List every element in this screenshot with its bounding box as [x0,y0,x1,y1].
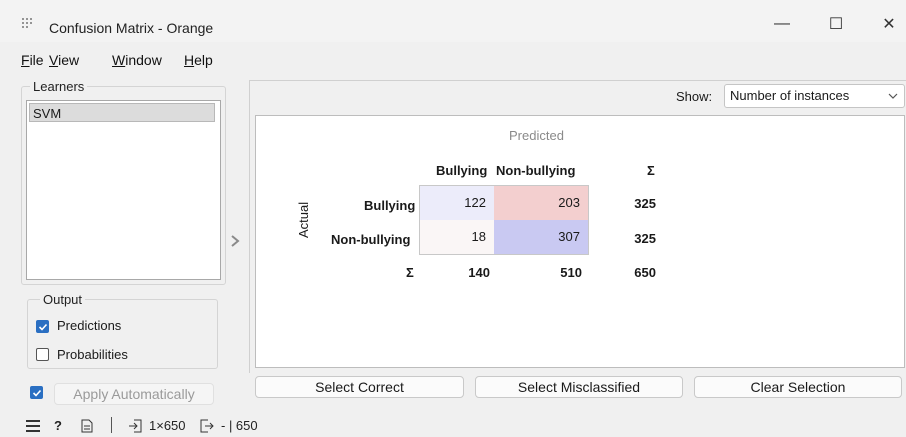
column-header-non-bullying: Non-bullying [496,163,576,178]
cell-non-bullying-non-bullying[interactable]: 307 [494,220,588,254]
grand-total: 650 [634,265,656,280]
learners-list[interactable]: SVM [26,100,221,280]
row-header-bullying: Bullying [364,198,416,213]
show-select[interactable]: Number of instances [724,84,905,108]
title-bar: Confusion Matrix - Orange — ☐ ✕ [0,0,906,42]
actual-axis-label: Actual [296,201,311,238]
column-total-bullying: 140 [468,265,490,280]
close-button[interactable]: ✕ [869,11,906,37]
select-correct-button[interactable]: Select Correct [255,376,464,398]
input-summary: 1×650 [149,418,186,433]
app-icon [22,18,36,28]
report-icon[interactable] [81,419,93,433]
column-total-non-bullying: 510 [560,265,582,280]
apply-button[interactable]: Apply Automatically [54,383,214,405]
predictions-label: Predictions [57,318,122,333]
show-select-value: Number of instances [730,88,850,103]
cell-non-bullying-bullying[interactable]: 18 [420,220,494,254]
checkmark-icon [32,389,42,397]
cell-bullying-non-bullying[interactable]: 203 [494,186,588,220]
row-total-bullying: 325 [634,196,656,211]
maximize-button[interactable]: ☐ [816,11,856,37]
output-icon [200,419,214,433]
row-header-total: Σ [406,265,414,280]
input-icon [129,419,142,433]
checkmark-icon [38,323,48,331]
hamburger-menu-icon[interactable] [26,420,40,432]
menu-view[interactable]: View [49,52,79,68]
menu-file[interactable]: File [21,52,44,68]
row-total-non-bullying: 325 [634,231,656,246]
chevron-right-icon[interactable] [229,234,241,248]
chevron-down-icon [888,93,898,99]
show-label: Show: [676,89,713,104]
menu-window[interactable]: Window [112,52,162,68]
learners-title: Learners [30,79,88,94]
select-misclassified-button[interactable]: Select Misclassified [475,376,683,398]
predicted-axis-label: Predicted [509,128,564,143]
output-summary: - | 650 [221,418,258,433]
column-header-bullying: Bullying [436,163,488,178]
auto-apply-checkbox[interactable] [30,386,43,399]
status-divider [111,417,112,433]
row-header-non-bullying: Non-bullying [331,232,411,247]
confusion-matrix-area: Predicted Actual Bullying Non-bullying Σ… [255,115,905,368]
probabilities-label: Probabilities [57,347,128,362]
predictions-checkbox[interactable] [36,320,49,333]
learner-item-svm[interactable]: SVM [29,103,215,122]
column-header-total: Σ [647,163,655,178]
menu-help[interactable]: Help [184,52,213,68]
minimize-button[interactable]: — [762,11,802,37]
probabilities-checkbox[interactable] [36,348,49,361]
cell-bullying-bullying[interactable]: 122 [420,186,494,220]
help-icon[interactable]: ? [54,418,62,433]
status-bar: ? 1×650 - | 650 [0,410,906,437]
output-title: Output [40,292,86,307]
window-title: Confusion Matrix - Orange [49,20,214,36]
clear-selection-button[interactable]: Clear Selection [694,376,902,398]
